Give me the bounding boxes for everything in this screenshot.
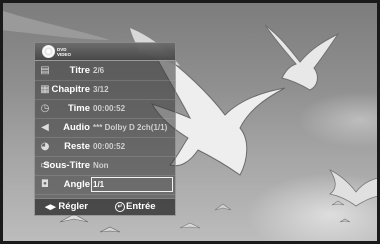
- enter-hint: ↵ Entrée: [115, 199, 156, 215]
- adjust-label: Régler: [58, 201, 88, 212]
- disc-icon: [42, 45, 55, 58]
- disc-info-panel: DVD VIDEO ▤ Titre 2/6 ▦ Chapitre 3/12 ◷ …: [34, 42, 176, 216]
- row-label: Chapitre: [51, 84, 90, 95]
- row-label: Sous-Titre: [43, 160, 90, 171]
- speaker-icon: ◀: [41, 122, 49, 133]
- row-reste[interactable]: ◕ Reste 00:00:52: [35, 138, 175, 157]
- row-label: Titre: [69, 65, 90, 76]
- row-titre[interactable]: ▤ Titre 2/6: [35, 62, 175, 81]
- logo-text-video: VIDEO: [57, 51, 72, 57]
- row-value: *** Dolby D 2ch(1/1): [93, 123, 168, 132]
- panel-footer: ◀▶ Régler ↵ Entrée: [35, 198, 175, 215]
- row-value: 2/6: [93, 66, 105, 75]
- adjust-hint: ◀▶ Régler: [45, 199, 88, 216]
- row-chapitre[interactable]: ▦ Chapitre 3/12: [35, 81, 175, 100]
- camera-angle-icon: ◘: [41, 179, 49, 190]
- chapter-icon: ▦: [40, 84, 50, 95]
- row-value: 00:00:52: [93, 104, 126, 113]
- enter-label: Entrée: [126, 201, 156, 212]
- title-icon: ▤: [40, 65, 50, 76]
- row-label: Audio: [63, 122, 90, 133]
- row-value: Non: [93, 161, 109, 170]
- row-sous-titre[interactable]: ▭ Sous-Titre Non: [35, 157, 175, 176]
- video-frame: DVD VIDEO ▤ Titre 2/6 ▦ Chapitre 3/12 ◷ …: [0, 0, 380, 244]
- left-right-arrows-icon: ◀▶: [45, 204, 56, 211]
- row-label: Angle: [63, 179, 90, 190]
- row-value: 00:00:52: [93, 142, 126, 151]
- remaining-icon: ◕: [40, 141, 50, 152]
- row-angle[interactable]: ◘ Angle 1/1: [35, 176, 175, 195]
- panel-header: DVD VIDEO: [35, 43, 175, 61]
- info-rows: ▤ Titre 2/6 ▦ Chapitre 3/12 ◷ Time 00:00…: [35, 62, 175, 195]
- row-value: 1/1: [93, 180, 105, 189]
- row-label: Time: [67, 103, 90, 114]
- row-value: 3/12: [93, 85, 109, 94]
- row-audio[interactable]: ◀ Audio *** Dolby D 2ch(1/1): [35, 119, 175, 138]
- clock-icon: ◷: [40, 103, 50, 114]
- row-label: Reste: [64, 141, 90, 152]
- row-time[interactable]: ◷ Time 00:00:52: [35, 100, 175, 119]
- enter-icon: ↵: [115, 202, 125, 212]
- dvd-video-logo: DVD VIDEO: [42, 45, 72, 58]
